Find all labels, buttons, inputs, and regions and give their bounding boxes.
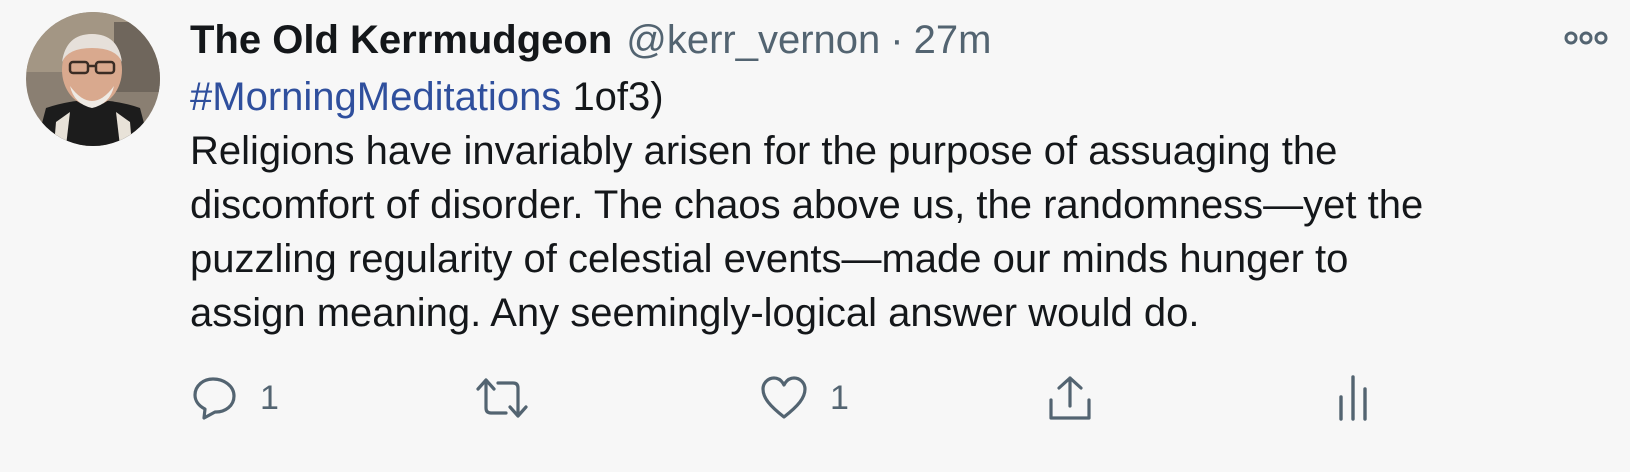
- retweet-button[interactable]: [474, 368, 552, 428]
- share-button[interactable]: [1046, 368, 1094, 428]
- tweet-text-line: discomfort of disorder. The chaos above …: [190, 183, 1424, 227]
- display-name[interactable]: The Old Kerrmudgeon: [190, 18, 612, 63]
- tweet-text-line: Religions have invariably arisen for the…: [190, 129, 1338, 173]
- action-bar: 1 1: [0, 368, 1630, 428]
- reply-count: 1: [260, 378, 279, 417]
- retweet-icon: [476, 378, 528, 418]
- tweet-text-line: #MorningMeditations 1of3): [190, 70, 1610, 124]
- avatar[interactable]: [26, 12, 160, 146]
- tweet-text-line: assign meaning. Any seemingly-logical an…: [190, 291, 1200, 335]
- analytics-bars-icon: [1339, 375, 1367, 421]
- reply-bubble-icon: [193, 377, 236, 420]
- tweet-header: The Old Kerrmudgeon @kerr_vernon · 27m: [190, 14, 991, 66]
- thread-marker: 1of3): [572, 75, 664, 119]
- analytics-button[interactable]: [1336, 368, 1370, 428]
- more-options-button[interactable]: [1562, 26, 1610, 50]
- heart-icon: [761, 376, 807, 419]
- timestamp[interactable]: 27m: [914, 18, 992, 63]
- share-upload-icon: [1049, 376, 1091, 420]
- like-count: 1: [830, 378, 849, 417]
- tweet-card[interactable]: The Old Kerrmudgeon @kerr_vernon · 27m #…: [0, 0, 1630, 472]
- tweet-text-line: puzzling regularity of celestial events—…: [190, 237, 1349, 281]
- hashtag-link[interactable]: #MorningMeditations: [190, 75, 561, 119]
- like-button[interactable]: 1: [760, 368, 849, 428]
- user-handle[interactable]: @kerr_vernon: [626, 18, 880, 63]
- tweet-text: #MorningMeditations 1of3) Religions have…: [190, 70, 1610, 340]
- separator-dot: ·: [890, 17, 904, 62]
- reply-button[interactable]: 1: [192, 368, 279, 428]
- more-options-icon: [1564, 31, 1608, 45]
